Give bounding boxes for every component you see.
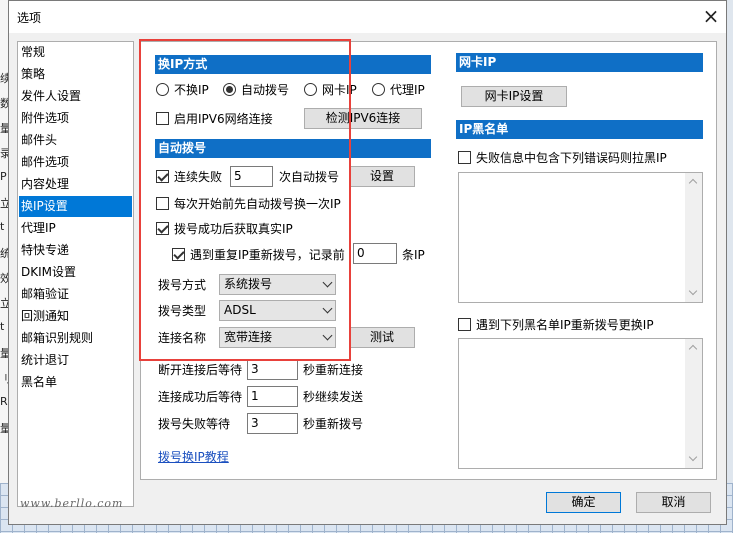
radio-proxy-ip[interactable] [372,83,385,96]
chevron-up-icon[interactable] [688,344,698,354]
nic-ip-settings-button[interactable]: 网卡IP设置 [461,86,567,107]
chevron-down-icon[interactable] [688,452,698,462]
connect-wait-label: 连接成功后等待 [158,390,243,404]
redial-repeat-label: 遇到重复IP重新拨号，记录前 [190,248,345,262]
test-button[interactable]: 测试 [349,327,415,348]
auto-dial-header: 自动拨号 [155,139,431,158]
nav-item[interactable]: 发件人设置 [19,86,132,107]
get-real-ip-label: 拨号成功后获取真实IP [174,222,293,236]
ip-blacklist-header: IP黑名单 [456,120,703,139]
nav-item[interactable]: 内容处理 [19,174,132,195]
watermark: www.berllo.com [20,497,124,510]
ok-button[interactable]: 确定 [546,492,621,513]
radio-label-proxy-ip: 代理IP [390,83,425,97]
options-dialog: 选项 × 常规 策略 发件人设置 附件选项 邮件头 邮件选项 内容处理 换IP设置 代理IP 特快… [8,0,727,525]
redial-blacklist-checkbox[interactable] [458,318,471,331]
nav-item[interactable]: 常规 [19,42,132,63]
nav-item[interactable]: 特快专递 [19,240,132,261]
dial-type-select[interactable]: ADSL [219,300,336,321]
nav-item[interactable]: 统计退订 [19,350,132,371]
dial-type-label: 拨号类型 [158,304,207,318]
conn-name-label: 连接名称 [158,331,207,345]
blacklist-ip-textarea[interactable] [458,338,703,469]
close-icon[interactable]: × [699,5,723,29]
radio-auto-dial[interactable] [223,83,236,96]
nav-item[interactable]: 换IP设置 [19,196,132,217]
dial-type-value: ADSL [224,303,256,317]
nav-item[interactable]: 代理IP [19,218,132,239]
redial-repeat-input[interactable]: 0 [353,243,397,264]
chevron-down-icon [322,277,333,288]
radio-nic-ip[interactable] [304,83,317,96]
fail-error-blacklist-label: 失败信息中包含下列错误码则拉黑IP [476,151,667,165]
background-text: R [0,395,8,408]
dial-before-start-checkbox[interactable] [156,197,169,210]
nav-item[interactable]: 黑名单 [19,372,132,393]
nav-item[interactable]: 邮箱验证 [19,284,132,305]
nav-item[interactable]: 附件选项 [19,108,132,129]
get-real-ip-checkbox[interactable] [156,222,169,235]
nic-ip-header: 网卡IP [456,53,703,72]
dial-method-select[interactable]: 系统拨号 [219,274,336,295]
fail-wait-suffix: 秒重新拨号 [303,417,364,431]
dial-settings-button[interactable]: 设置 [349,166,415,187]
scrollbar[interactable] [685,339,702,468]
consecutive-fail-input[interactable]: 5 [230,166,273,187]
nav-item[interactable]: 邮箱识别规则 [19,328,132,349]
scrollbar[interactable] [685,173,702,302]
disconnect-wait-input[interactable]: 3 [247,359,298,380]
conn-name-value: 宽带连接 [224,330,273,344]
settings-panel: 换IP方式 不换IP 自动拨号 网卡IP 代理IP 启用IPV6网络连接 检测I… [140,41,717,480]
detect-ipv6-button[interactable]: 检测IPV6连接 [304,108,422,129]
connect-wait-input[interactable]: 1 [247,386,298,407]
options-nav-list: 常规 策略 发件人设置 附件选项 邮件头 邮件选项 内容处理 换IP设置 代理IP 特快专递 DKI… [17,41,134,507]
conn-name-select[interactable]: 宽带连接 [219,327,336,348]
radio-label-nic-ip: 网卡IP [322,83,357,97]
background-text: t [0,220,5,233]
background-text: t [0,320,5,333]
auto-dial-suffix: 次自动拨号 [279,170,340,184]
nav-item[interactable]: 邮件选项 [19,152,132,173]
consecutive-fail-label: 连续失败 [174,170,223,184]
nav-item[interactable]: 邮件头 [19,130,132,151]
chevron-down-icon [322,303,333,314]
ipv6-enable-label: 启用IPV6网络连接 [174,112,273,126]
fail-wait-input[interactable]: 3 [247,413,298,434]
redial-blacklist-label: 遇到下列黑名单IP重新拨号更换IP [476,318,654,332]
title-bar: 选项 × [9,1,726,33]
ipv6-enable-checkbox[interactable] [156,112,169,125]
error-code-textarea[interactable] [458,172,703,303]
dial-tutorial-link[interactable]: 拨号换IP教程 [158,449,229,465]
redial-repeat-checkbox[interactable] [172,248,185,261]
dial-before-start-label: 每次开始前先自动拨号换一次IP [174,197,341,211]
radio-label-auto-dial: 自动拨号 [241,83,290,97]
radio-label-no-change-ip: 不换IP [174,83,209,97]
radio-no-change-ip[interactable] [156,83,169,96]
ip-method-header: 换IP方式 [155,55,431,74]
fail-error-blacklist-checkbox[interactable] [458,151,471,164]
dialog-title: 选项 [17,11,42,25]
chevron-down-icon[interactable] [688,286,698,296]
disconnect-wait-suffix: 秒重新连接 [303,363,364,377]
fail-wait-label: 拨号失败等待 [158,417,231,431]
chevron-up-icon[interactable] [688,178,698,188]
cancel-button[interactable]: 取消 [636,492,711,513]
disconnect-wait-label: 断开连接后等待 [158,363,243,377]
connect-wait-suffix: 秒继续发送 [303,390,364,404]
consecutive-fail-checkbox[interactable] [156,170,169,183]
redial-repeat-suffix: 条IP [402,248,425,262]
dial-method-label: 拨号方式 [158,278,207,292]
background-text: P [0,170,7,183]
nav-item[interactable]: DKIM设置 [19,262,132,283]
nav-item[interactable]: 回测通知 [19,306,132,327]
nav-item[interactable]: 策略 [19,64,132,85]
chevron-down-icon [322,330,333,341]
dial-method-value: 系统拨号 [224,277,273,291]
